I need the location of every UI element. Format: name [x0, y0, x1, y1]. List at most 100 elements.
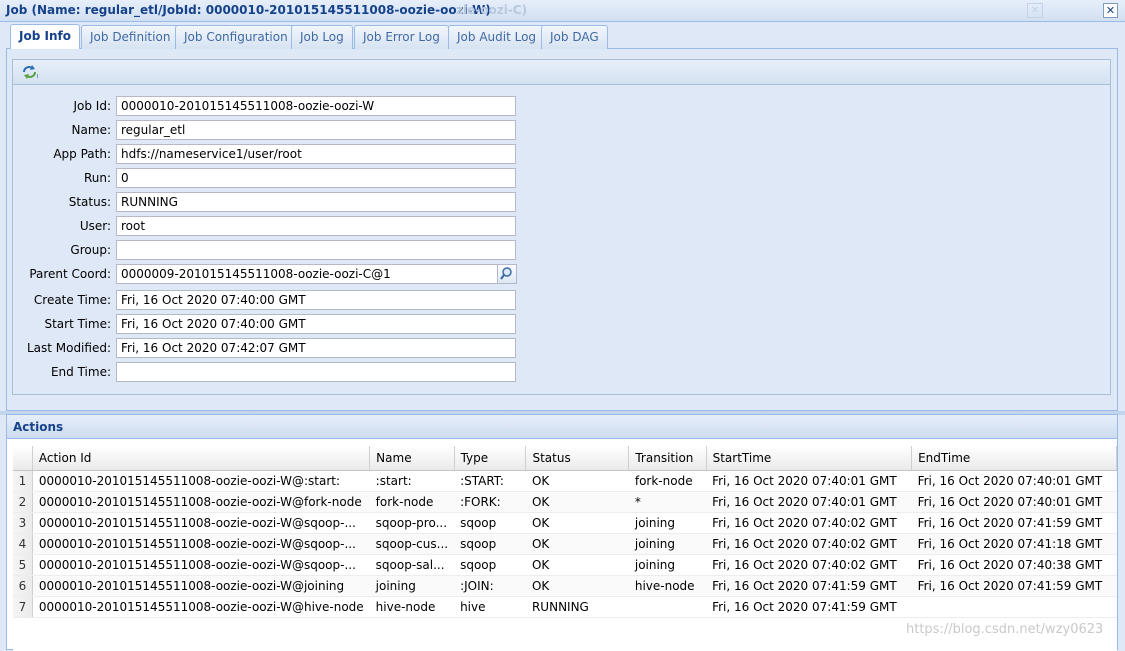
column-header-transition[interactable]: Transition: [628, 446, 707, 471]
end-time-label: End Time:: [50, 365, 111, 379]
transition-cell: joining: [628, 554, 707, 576]
end-time-cell: Fri, 16 Oct 2020 07:40:38 GMT: [911, 554, 1117, 576]
row-number: 4: [13, 533, 33, 555]
user-field[interactable]: root: [116, 216, 516, 236]
close-button[interactable]: ✕: [1103, 3, 1118, 18]
status-label: Status:: [68, 195, 111, 209]
action-id-cell: 0000010-201015145511008-oozie-oozi-W@hiv…: [32, 596, 370, 618]
actions-panel: Actions Action Id Name Type Status Trans…: [6, 414, 1118, 651]
actions-grid: Action Id Name Type Status Transition St…: [13, 446, 1117, 651]
refresh-icon[interactable]: [21, 64, 39, 80]
status-cell: OK: [525, 554, 629, 576]
action-id-cell: 0000010-201015145511008-oozie-oozi-W@sqo…: [32, 554, 370, 576]
action-id-cell: 0000010-201015145511008-oozie-oozi-W@for…: [32, 491, 370, 513]
status-cell: OK: [525, 512, 629, 534]
window-title-bar: Job (Name: regular_etl/JobId: 0000010-20…: [0, 0, 1125, 22]
start-time-cell: Fri, 16 Oct 2020 07:41:59 GMT: [706, 575, 912, 597]
action-id-cell: 0000010-201015145511008-oozie-oozi-W@sqo…: [32, 512, 370, 534]
status-cell: RUNNING: [525, 596, 629, 618]
type-cell: sqoop: [454, 554, 526, 576]
name-cell: hive-node: [369, 596, 455, 618]
name-cell: sqoop-sal...: [369, 554, 455, 576]
status-cell: OK: [525, 491, 629, 513]
magnifier-icon: [500, 267, 512, 280]
end-time-cell: Fri, 16 Oct 2020 07:41:59 GMT: [911, 575, 1117, 597]
start-time-cell: Fri, 16 Oct 2020 07:40:02 GMT: [706, 512, 912, 534]
type-cell: :START:: [454, 470, 526, 492]
start-time-label: Start Time:: [44, 317, 111, 331]
name-cell: joining: [369, 575, 455, 597]
status-field[interactable]: RUNNING: [116, 192, 516, 212]
end-time-field[interactable]: [116, 362, 516, 382]
transition-cell: fork-node: [628, 470, 707, 492]
start-time-cell: Fri, 16 Oct 2020 07:40:02 GMT: [706, 554, 912, 576]
column-header-action-id[interactable]: Action Id: [32, 446, 371, 471]
tab-job-error-log[interactable]: Job Error Log: [354, 25, 449, 49]
end-time-cell: Fri, 16 Oct 2020 07:41:59 GMT: [911, 512, 1117, 534]
table-row[interactable]: 7 0000010-201015145511008-oozie-oozi-W@h…: [13, 596, 1117, 618]
tab-job-configuration[interactable]: Job Configuration: [175, 25, 297, 49]
name-cell: sqoop-pro...: [369, 512, 455, 534]
column-header-end-time[interactable]: EndTime: [911, 446, 1117, 471]
parent-coord-field[interactable]: 0000009-201015145511008-oozie-oozi-C@1: [116, 264, 498, 284]
end-time-cell: Fri, 16 Oct 2020 07:40:01 GMT: [911, 491, 1117, 513]
transition-cell: joining: [628, 533, 707, 555]
run-field[interactable]: 0: [116, 168, 516, 188]
job-id-field[interactable]: 0000010-201015145511008-oozie-oozi-W: [116, 96, 516, 116]
start-time-cell: Fri, 16 Oct 2020 07:40:02 GMT: [706, 533, 912, 555]
column-header-start-time[interactable]: StartTime: [706, 446, 913, 471]
create-time-label: Create Time:: [33, 293, 111, 307]
status-cell: OK: [525, 470, 629, 492]
actions-header-row: Action Id Name Type Status Transition St…: [13, 446, 1117, 471]
ghost-close-icon: ✕: [1027, 3, 1043, 18]
status-cell: OK: [525, 533, 629, 555]
name-cell: fork-node: [369, 491, 455, 513]
tab-job-info[interactable]: Job Info: [10, 24, 80, 49]
group-label: Group:: [70, 243, 111, 257]
start-time-cell: Fri, 16 Oct 2020 07:40:01 GMT: [706, 470, 912, 492]
tab-job-log[interactable]: Job Log: [291, 25, 353, 49]
start-time-field[interactable]: Fri, 16 Oct 2020 07:40:00 GMT: [116, 314, 516, 334]
name-cell: :start:: [369, 470, 455, 492]
table-row[interactable]: 3 0000010-201015145511008-oozie-oozi-W@s…: [13, 512, 1117, 534]
app-path-label: App Path:: [53, 147, 111, 161]
parent-coord-label: Parent Coord:: [29, 267, 111, 281]
type-cell: :FORK:: [454, 491, 526, 513]
transition-cell: [628, 596, 707, 618]
type-cell: hive: [454, 596, 526, 618]
last-modified-field[interactable]: Fri, 16 Oct 2020 07:42:07 GMT: [116, 338, 516, 358]
parent-coord-search-button[interactable]: [498, 264, 517, 284]
table-row[interactable]: 4 0000010-201015145511008-oozie-oozi-W@s…: [13, 533, 1117, 555]
tab-job-audit-log[interactable]: Job Audit Log: [448, 25, 546, 49]
action-id-cell: 0000010-201015145511008-oozie-oozi-W@:st…: [32, 470, 370, 492]
action-id-cell: 0000010-201015145511008-oozie-oozi-W@sqo…: [32, 533, 370, 555]
table-row[interactable]: 1 0000010-201015145511008-oozie-oozi-W@:…: [13, 470, 1117, 492]
tab-job-dag[interactable]: Job DAG: [541, 25, 608, 49]
status-cell: OK: [525, 575, 629, 597]
tab-job-definition[interactable]: Job Definition: [81, 25, 180, 49]
column-header-name[interactable]: Name: [369, 446, 455, 471]
column-header-type[interactable]: Type: [454, 446, 527, 471]
row-number: 7: [13, 596, 33, 618]
table-row[interactable]: 5 0000010-201015145511008-oozie-oozi-W@s…: [13, 554, 1117, 576]
app-path-field[interactable]: hdfs://nameservice1/user/root: [116, 144, 516, 164]
create-time-field[interactable]: Fri, 16 Oct 2020 07:40:00 GMT: [116, 290, 516, 310]
job-info-form: Job Id: 0000010-201015145511008-oozie-oo…: [12, 85, 1111, 395]
transition-cell: *: [628, 491, 707, 513]
type-cell: :JOIN:: [454, 575, 526, 597]
table-row[interactable]: 6 0000010-201015145511008-oozie-oozi-W@j…: [13, 575, 1117, 597]
job-id-label: Job Id:: [73, 99, 111, 113]
column-header-status[interactable]: Status: [525, 446, 630, 471]
table-row[interactable]: 2 0000010-201015145511008-oozie-oozi-W@f…: [13, 491, 1117, 513]
actions-table: Action Id Name Type Status Transition St…: [13, 446, 1117, 618]
window-title-ghost: zie-oozi-C): [456, 3, 528, 17]
transition-cell: joining: [628, 512, 707, 534]
row-number: 3: [13, 512, 33, 534]
group-field[interactable]: [116, 240, 516, 260]
watermark: https://blog.csdn.net/wzy0623: [906, 622, 1104, 637]
run-label: Run:: [83, 171, 111, 185]
action-id-cell: 0000010-201015145511008-oozie-oozi-W@joi…: [32, 575, 370, 597]
name-field[interactable]: regular_etl: [116, 120, 516, 140]
tab-bar: Job Info Job Definition Job Configuratio…: [6, 23, 1118, 49]
last-modified-label: Last Modified:: [26, 341, 111, 355]
